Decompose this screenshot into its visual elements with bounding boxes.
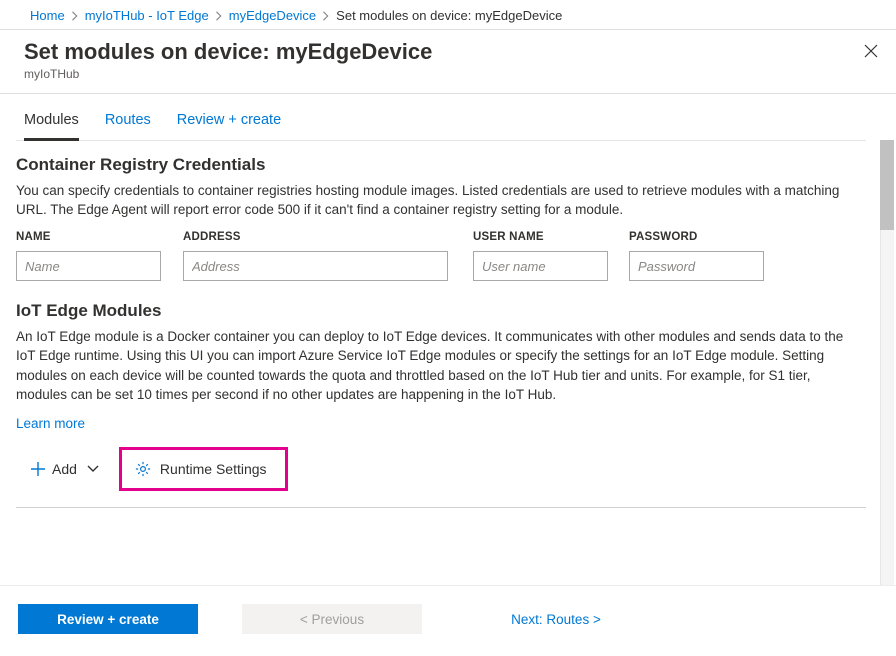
learn-more-link[interactable]: Learn more <box>16 416 85 431</box>
scrollbar-thumb[interactable] <box>880 140 894 230</box>
tab-modules[interactable]: Modules <box>24 112 79 141</box>
tab-routes[interactable]: Routes <box>105 112 151 140</box>
page-header: Set modules on device: myEdgeDevice myIo… <box>0 30 896 94</box>
review-create-button[interactable]: Review + create <box>18 604 198 634</box>
registry-name-label: NAME <box>16 231 183 243</box>
registry-password-input[interactable] <box>629 251 764 281</box>
registry-password-label: PASSWORD <box>629 231 785 243</box>
modules-description: An IoT Edge module is a Docker container… <box>16 327 846 404</box>
add-module-button[interactable]: Add <box>16 447 109 491</box>
registry-fields-row: NAME ADDRESS USER NAME PASSWORD <box>16 231 866 281</box>
breadcrumb-home[interactable]: Home <box>30 8 65 23</box>
page-title: Set modules on device: myEdgeDevice <box>24 39 876 65</box>
breadcrumb-current: Set modules on device: myEdgeDevice <box>336 8 562 23</box>
registry-address-input[interactable] <box>183 251 448 281</box>
chevron-right-icon <box>322 11 330 21</box>
registry-username-input[interactable] <box>473 251 608 281</box>
breadcrumb: Home myIoTHub - IoT Edge myEdgeDevice Se… <box>0 0 896 30</box>
chevron-down-icon <box>83 464 99 474</box>
registry-name-input[interactable] <box>16 251 161 281</box>
modules-title: IoT Edge Modules <box>16 301 866 321</box>
close-button[interactable] <box>860 40 882 62</box>
close-icon <box>863 43 879 59</box>
scrollbar-track[interactable] <box>880 140 894 586</box>
footer-actions: Review + create < Previous Next: Routes … <box>0 585 896 656</box>
runtime-settings-button[interactable]: Runtime Settings <box>119 447 288 491</box>
content-workspace: Modules Routes Review + create Container… <box>0 94 896 586</box>
section-modules: IoT Edge Modules An IoT Edge module is a… <box>16 301 866 526</box>
runtime-settings-label: Runtime Settings <box>160 461 267 477</box>
tabs: Modules Routes Review + create <box>16 94 866 141</box>
plus-icon <box>30 461 46 477</box>
next-routes-button[interactable]: Next: Routes > <box>466 604 646 634</box>
registry-address-label: ADDRESS <box>183 231 473 243</box>
section-registry: Container Registry Credentials You can s… <box>16 155 866 299</box>
content-scroll: Modules Routes Review + create Container… <box>0 94 878 586</box>
chevron-right-icon <box>71 11 79 21</box>
breadcrumb-hub[interactable]: myIoTHub - IoT Edge <box>85 8 209 23</box>
registry-description: You can specify credentials to container… <box>16 181 846 219</box>
previous-button: < Previous <box>242 604 422 634</box>
add-module-label: Add <box>52 461 77 477</box>
tab-review-create[interactable]: Review + create <box>177 112 281 140</box>
registry-username-label: USER NAME <box>473 231 629 243</box>
breadcrumb-device[interactable]: myEdgeDevice <box>229 8 316 23</box>
registry-title: Container Registry Credentials <box>16 155 866 175</box>
gear-icon <box>134 460 152 478</box>
module-actions-row: Add Runtime Settings <box>16 447 866 508</box>
page-subtitle: myIoTHub <box>24 67 876 81</box>
chevron-right-icon <box>215 11 223 21</box>
